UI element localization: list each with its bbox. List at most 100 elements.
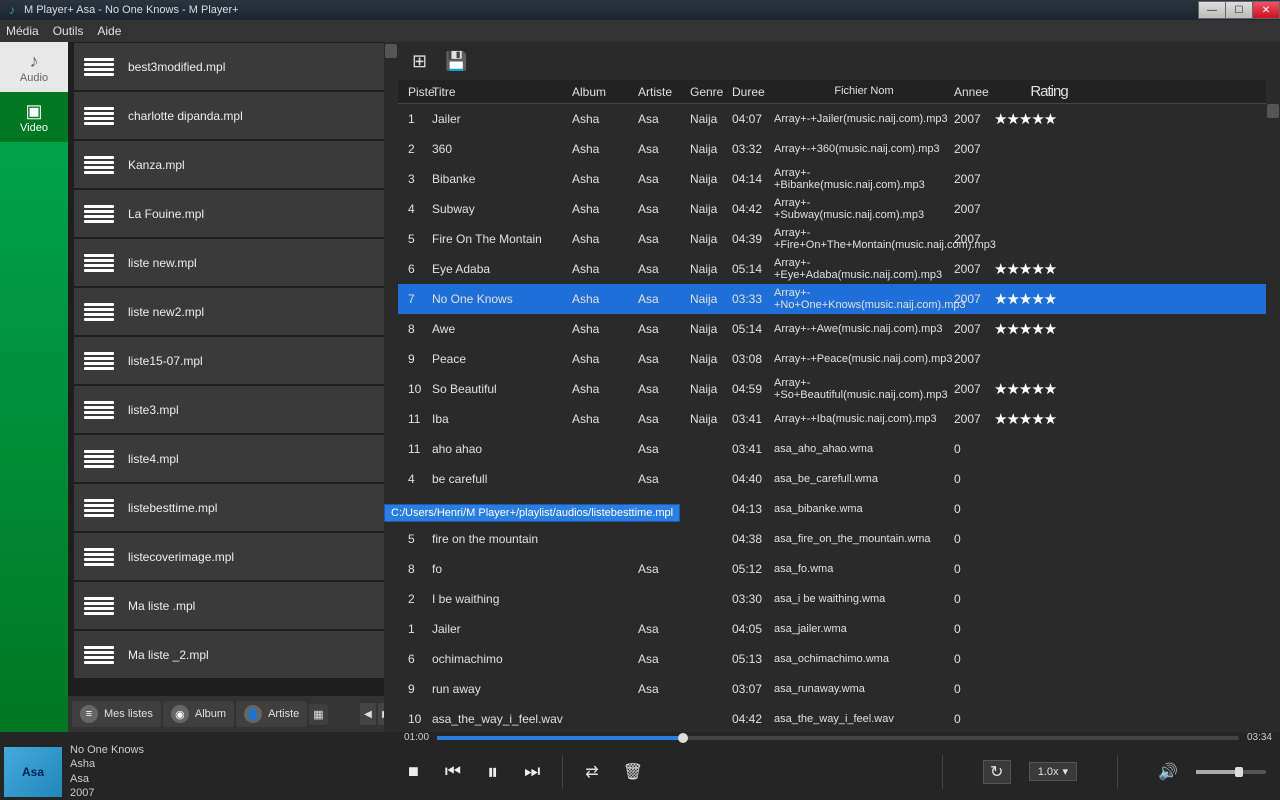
- playlist-row[interactable]: listebesttime.mpl: [74, 484, 392, 532]
- nav-video[interactable]: ▣ Video: [0, 92, 68, 142]
- col-titre[interactable]: Titre: [432, 85, 572, 99]
- table-row[interactable]: 3BibankeAshaAsaNaija04:14Array+-+Bibanke…: [398, 164, 1280, 194]
- list-icon: [84, 499, 114, 517]
- track-panel: ⊞ 💾 Piste Titre Album Artiste Genre Dure…: [398, 42, 1280, 732]
- col-rating[interactable]: Rating: [994, 83, 1104, 100]
- playlist-row[interactable]: liste15-07.mpl: [74, 337, 392, 385]
- pause-button[interactable]: ⏸: [487, 759, 498, 785]
- track-toolbar: ⊞ 💾: [398, 42, 1280, 80]
- table-row[interactable]: 10So BeautifulAshaAsaNaija04:59Array+-+S…: [398, 374, 1280, 404]
- table-row[interactable]: 11IbaAshaAsaNaija03:41Array+-+Iba(music.…: [398, 404, 1280, 434]
- table-row[interactable]: 10asa_the_way_i_feel.wav04:42asa_the_way…: [398, 704, 1280, 732]
- speed-select[interactable]: 1.0x▾: [1029, 762, 1077, 781]
- menu-media[interactable]: Média: [6, 24, 39, 38]
- seek-slider[interactable]: [437, 736, 1239, 740]
- tab-artiste[interactable]: 👤 Artiste: [236, 701, 307, 727]
- list-icon: [84, 205, 114, 223]
- window-controls: — ☐ ✕: [1199, 1, 1280, 19]
- track-scrollbar[interactable]: [1266, 80, 1280, 732]
- playlist-row[interactable]: La Fouine.mpl: [74, 190, 392, 238]
- prev-button[interactable]: ⏮: [445, 761, 461, 782]
- close-button[interactable]: ✕: [1252, 1, 1280, 19]
- table-row[interactable]: 4be carefullAsa04:40asa_be_carefull.wma0: [398, 464, 1280, 494]
- playlist-row[interactable]: best3modified.mpl: [74, 43, 392, 91]
- track-table[interactable]: Piste Titre Album Artiste Genre Duree Fi…: [398, 80, 1280, 732]
- tab-album[interactable]: ◉ Album: [163, 701, 234, 727]
- chevron-down-icon: ▾: [1063, 765, 1069, 778]
- tab-mes-listes[interactable]: ≡ Mes listes: [72, 701, 161, 727]
- table-row[interactable]: 6ochimachimoAsa05:13asa_ochimachimo.wma0: [398, 644, 1280, 674]
- table-row[interactable]: 8foAsa05:12asa_fo.wma0: [398, 554, 1280, 584]
- save-icon[interactable]: 💾: [445, 51, 467, 72]
- delete-button[interactable]: 🗑: [623, 762, 643, 782]
- table-row[interactable]: 8AweAshaAsaNaija05:14Array+-+Awe(music.n…: [398, 314, 1280, 344]
- np-artist: Asa: [70, 772, 144, 786]
- maximize-button[interactable]: ☐: [1225, 1, 1253, 19]
- col-duree[interactable]: Duree: [732, 85, 774, 99]
- playlist-scrollbar[interactable]: [384, 42, 398, 732]
- nav-audio[interactable]: ♪ Audio: [0, 42, 68, 92]
- col-piste[interactable]: Piste: [402, 85, 432, 99]
- add-file-icon[interactable]: ⊞: [412, 51, 427, 72]
- np-album: Asha: [70, 757, 144, 771]
- col-album[interactable]: Album: [572, 85, 638, 99]
- np-title: No One Knows: [70, 743, 144, 757]
- now-playing: Asa No One Knows Asha Asa 2007: [0, 743, 398, 800]
- col-genre[interactable]: Genre: [690, 85, 732, 99]
- playlist-row[interactable]: Kanza.mpl: [74, 141, 392, 189]
- list-icon: [84, 107, 114, 125]
- list-icon: [84, 58, 114, 76]
- playlist-row[interactable]: Ma liste .mpl: [74, 582, 392, 630]
- title-text: M Player+ Asa - No One Knows - M Player+: [24, 4, 239, 16]
- table-row[interactable]: 2I be waithing03:30asa_i be waithing.wma…: [398, 584, 1280, 614]
- table-header: Piste Titre Album Artiste Genre Duree Fi…: [398, 80, 1280, 104]
- titlebar: ♪ M Player+ Asa - No One Knows - M Playe…: [0, 0, 1280, 20]
- volume-slider[interactable]: [1196, 770, 1266, 774]
- playlist-row[interactable]: liste4.mpl: [74, 435, 392, 483]
- np-year: 2007: [70, 786, 144, 800]
- table-row[interactable]: 11aho ahaoAsa03:41asa_aho_ahao.wma0: [398, 434, 1280, 464]
- list-icon: [84, 450, 114, 468]
- playlist-list[interactable]: best3modified.mplcharlotte dipanda.mplKa…: [68, 42, 398, 696]
- playlist-row[interactable]: liste3.mpl: [74, 386, 392, 434]
- table-row[interactable]: 6Eye AdabaAshaAsaNaija05:14Array+-+Eye+A…: [398, 254, 1280, 284]
- playlist-name: listebesttime.mpl: [128, 501, 217, 515]
- repeat-button[interactable]: ↻: [983, 760, 1011, 784]
- table-row[interactable]: 9run awayAsa03:07asa_runaway.wma0: [398, 674, 1280, 704]
- menubar: Média Outils Aide: [0, 20, 1280, 42]
- playlist-row[interactable]: liste new2.mpl: [74, 288, 392, 336]
- menu-help[interactable]: Aide: [97, 24, 121, 38]
- volume-icon[interactable]: 🔊: [1158, 762, 1178, 782]
- seekbar-row: 01:00 03:34: [0, 732, 1280, 743]
- playlist-row[interactable]: charlotte dipanda.mpl: [74, 92, 392, 140]
- col-annee[interactable]: Annee: [954, 85, 994, 99]
- nav-video-label: Video: [20, 122, 48, 134]
- playlist-name: liste4.mpl: [128, 452, 179, 466]
- table-row[interactable]: 2360AshaAsaNaija03:32Array+-+360(music.n…: [398, 134, 1280, 164]
- minimize-button[interactable]: —: [1198, 1, 1226, 19]
- tab-nav-prev[interactable]: ◀: [360, 703, 376, 725]
- next-button[interactable]: ⏭: [524, 761, 540, 782]
- playlist-row[interactable]: listecoverimage.mpl: [74, 533, 392, 581]
- col-artiste[interactable]: Artiste: [638, 85, 690, 99]
- playlist-row[interactable]: Ma liste _2.mpl: [74, 631, 392, 679]
- tab-extra[interactable]: ▦: [309, 704, 327, 725]
- nav-strip: ♪ Audio ▣ Video: [0, 42, 68, 732]
- playlist-name: listecoverimage.mpl: [128, 550, 234, 564]
- table-row[interactable]: 4SubwayAshaAsaNaija04:42Array+-+Subway(m…: [398, 194, 1280, 224]
- table-row[interactable]: 5Fire On The MontainAshaAsaNaija04:39Arr…: [398, 224, 1280, 254]
- playlist-name: liste15-07.mpl: [128, 354, 203, 368]
- table-row[interactable]: 9PeaceAshaAsaNaija03:08Array+-+Peace(mus…: [398, 344, 1280, 374]
- col-fichier[interactable]: Fichier Nom: [774, 85, 954, 97]
- app-icon: ♪: [4, 2, 20, 18]
- menu-tools[interactable]: Outils: [53, 24, 84, 38]
- shuffle-button[interactable]: ⇄: [585, 762, 598, 782]
- playlist-row[interactable]: liste new.mpl: [74, 239, 392, 287]
- playlist-name: liste new.mpl: [128, 256, 197, 270]
- table-row[interactable]: 1JailerAshaAsaNaija04:07Array+-+Jailer(m…: [398, 104, 1280, 134]
- playlist-name: Ma liste .mpl: [128, 599, 195, 613]
- stop-button[interactable]: ■: [408, 761, 419, 782]
- table-row[interactable]: 7No One KnowsAshaAsaNaija03:33Array+-+No…: [398, 284, 1280, 314]
- table-row[interactable]: 5fire on the mountain04:38asa_fire_on_th…: [398, 524, 1280, 554]
- table-row[interactable]: 1JailerAsa04:05asa_jailer.wma0: [398, 614, 1280, 644]
